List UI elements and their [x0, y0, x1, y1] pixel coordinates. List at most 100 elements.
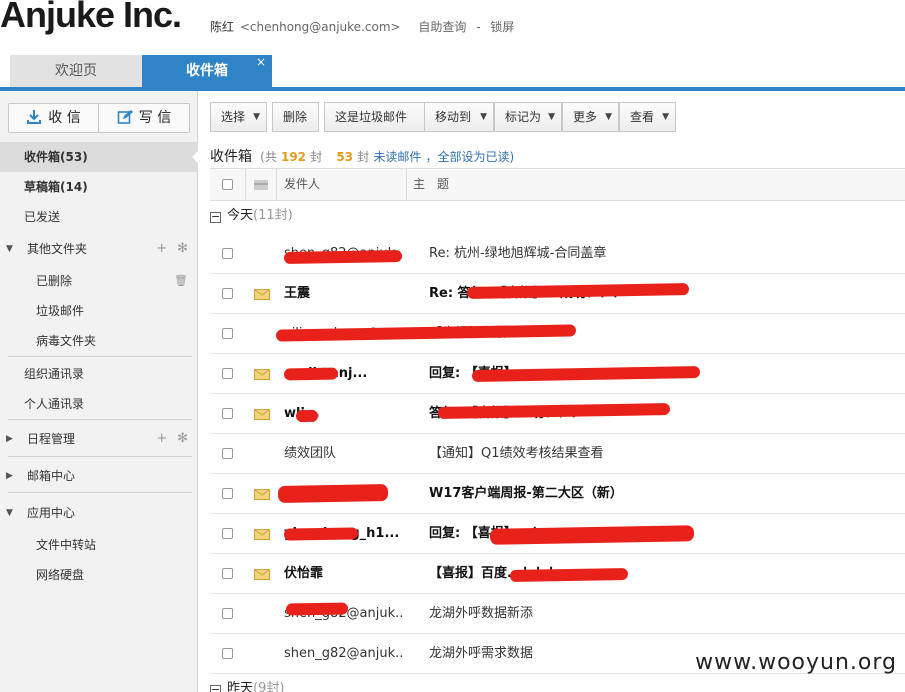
report-spam-button[interactable]: 这是垃圾邮件 — [324, 102, 426, 132]
row-checkbox[interactable] — [222, 568, 233, 579]
total-suffix: 封 — [310, 150, 323, 164]
unread-count: 53 — [336, 150, 354, 164]
divider — [8, 492, 192, 493]
row-checkbox[interactable] — [222, 448, 233, 459]
caret-right-icon[interactable]: ▶ — [6, 461, 13, 491]
select-all-checkbox[interactable] — [222, 179, 233, 190]
redaction-mark — [471, 366, 701, 382]
sidebar-item-deleted[interactable]: 已删除 🗑 — [0, 266, 198, 296]
sidebar: 收 信 写 信 收件箱(53) 草稿箱(14) 已发送 ▼ 其他文件夹 + ✻ 已… — [0, 91, 199, 692]
collapse-icon[interactable]: − — [210, 211, 221, 223]
delete-button[interactable]: 删除 — [272, 102, 319, 132]
sender-column-header[interactable]: 发件人 — [284, 169, 320, 200]
mail-row[interactable]: 王震 Re: 答复: 【喜报】...成功！！！ — [210, 274, 905, 314]
group-yesterday[interactable]: − 昨天(9封) — [210, 674, 905, 692]
mail-row[interactable]: 绩效团队 【通知】Q1绩效考核结果查看 — [210, 434, 905, 474]
header-separator: - — [476, 20, 481, 34]
sidebar-item-other-folders[interactable]: ▼ 其他文件夹 + ✻ — [0, 234, 198, 264]
group-today[interactable]: − 今天(11封) — [210, 201, 905, 231]
row-checkbox[interactable] — [222, 648, 233, 659]
sidebar-item-app-center[interactable]: ▼ 应用中心 — [0, 498, 198, 528]
auto-query-link[interactable]: 自助查询 — [418, 20, 466, 34]
plus-icon[interactable]: + — [156, 431, 167, 446]
sidebar-item-drafts[interactable]: 草稿箱(14) — [0, 172, 198, 202]
sidebar-item-inbox[interactable]: 收件箱(53) — [0, 142, 199, 172]
collapse-icon[interactable]: − — [210, 684, 221, 692]
mail-sender: 伏怡霏 — [284, 566, 324, 581]
folder-summary: 收件箱 (共 192 封 53 封 未读邮件 ，全部设为已读) — [210, 146, 514, 166]
caret-down-icon[interactable]: ▼ — [6, 234, 13, 264]
subject-column-header[interactable]: 主 题 — [413, 169, 449, 200]
sidebar-item-spam[interactable]: 垃圾邮件 — [0, 296, 198, 326]
mark-all-read-link[interactable]: ，全部设为已读) — [425, 150, 514, 164]
lock-screen-link[interactable]: 锁屏 — [490, 20, 514, 34]
column-divider — [276, 169, 277, 200]
view-label: 查看 — [630, 110, 655, 124]
mail-subject: Re: 杭州-绿地旭辉城-合同盖章 — [429, 246, 607, 261]
envelope-icon — [254, 529, 270, 540]
row-checkbox[interactable] — [222, 248, 233, 259]
row-checkbox[interactable] — [222, 608, 233, 619]
row-checkbox[interactable] — [222, 368, 233, 379]
redaction-mark — [466, 283, 690, 299]
caret-right-icon[interactable]: ▶ — [6, 424, 13, 454]
sidebar-item-personal-contacts[interactable]: 个人通讯录 — [0, 389, 198, 419]
mail-row[interactable]: shen_g82@anjuk... Re: 杭州-绿地旭辉城-合同盖章 — [210, 234, 905, 274]
row-checkbox[interactable] — [222, 488, 233, 499]
receive-label: 收 信 — [48, 110, 81, 126]
chevron-down-icon: ▼ — [605, 112, 612, 122]
close-icon[interactable]: × — [256, 46, 266, 78]
gear-icon[interactable]: ✻ — [177, 241, 188, 256]
select-dropdown[interactable]: 选择 ▼ — [210, 102, 267, 132]
caret-down-icon[interactable]: ▼ — [6, 498, 13, 528]
sidebar-item-label: 应用中心 — [27, 506, 76, 520]
mark-as-dropdown[interactable]: 标记为 ▼ — [494, 102, 562, 132]
envelope-icon — [254, 369, 270, 380]
mail-row[interactable]: 伏怡霏 【喜报】百度...！！！ — [210, 554, 905, 594]
more-dropdown[interactable]: 更多 ▼ — [562, 102, 619, 132]
unread-mail-link[interactable]: 未读邮件 — [373, 150, 421, 164]
mail-row[interactable]: yingzhang_h1... 回复: 【喜报】...！ — [210, 514, 905, 554]
row-checkbox[interactable] — [222, 288, 233, 299]
chevron-down-icon: ▼ — [253, 112, 260, 122]
mail-row[interactable]: ...uli@anj... 回复: 【喜报】... — [210, 354, 905, 394]
mail-row[interactable]: shen_g82@anjuk... 龙湖外呼数据新添 — [210, 594, 905, 634]
sidebar-item-virus[interactable]: 病毒文件夹 — [0, 326, 198, 356]
envelope-icon — [254, 569, 270, 580]
redaction-mark — [285, 602, 349, 616]
tab-welcome[interactable]: 欢迎页 — [10, 55, 142, 87]
sidebar-item-mail-center[interactable]: ▶ 邮箱中心 — [0, 461, 198, 491]
write-label: 写 信 — [138, 110, 172, 126]
plus-icon[interactable]: + — [156, 241, 167, 256]
move-to-label: 移动到 — [435, 110, 472, 124]
draft-count: (14) — [60, 180, 88, 194]
sidebar-item-label: 已删除 — [36, 274, 73, 288]
trash-icon[interactable]: 🗑 — [174, 266, 188, 296]
mail-row[interactable]: yiliongzhang@an... 【喜报】...版 — [210, 314, 905, 354]
total-count: 192 — [280, 150, 307, 164]
gear-icon[interactable]: ✻ — [177, 431, 188, 446]
row-checkbox[interactable] — [222, 328, 233, 339]
sidebar-item-sent[interactable]: 已发送 — [0, 202, 198, 232]
tab-inbox[interactable]: 收件箱 × — [142, 55, 272, 87]
sidebar-item-label: 邮箱中心 — [27, 469, 76, 483]
redaction-mark — [489, 525, 695, 545]
spam-label: 这是垃圾邮件 — [335, 110, 408, 124]
view-dropdown[interactable]: 查看 ▼ — [619, 102, 676, 132]
write-mail-button[interactable]: 写 信 — [99, 104, 189, 132]
row-checkbox[interactable] — [222, 528, 233, 539]
row-checkbox[interactable] — [222, 408, 233, 419]
group-count: (11封) — [253, 208, 293, 223]
mail-row[interactable]: ... W17客户端周报-第二大区（新） — [210, 474, 905, 514]
sidebar-item-label: 其他文件夹 — [27, 242, 88, 256]
sidebar-item-file-transfer[interactable]: 文件中转站 — [0, 530, 198, 560]
sidebar-item-org-contacts[interactable]: 组织通讯录 — [0, 359, 198, 389]
move-to-dropdown[interactable]: 移动到 ▼ — [424, 102, 494, 132]
redaction-mark — [509, 567, 629, 583]
receive-mail-button[interactable]: 收 信 — [9, 104, 99, 132]
mail-row[interactable]: wli... 答复: 【喜报】...功！！！ — [210, 394, 905, 434]
group-count: (9封) — [253, 681, 285, 692]
sidebar-item-label: 组织通讯录 — [24, 367, 85, 381]
sidebar-item-network-disk[interactable]: 网络硬盘 — [0, 560, 198, 590]
sidebar-item-calendar[interactable]: ▶ 日程管理 + ✻ — [0, 424, 198, 454]
